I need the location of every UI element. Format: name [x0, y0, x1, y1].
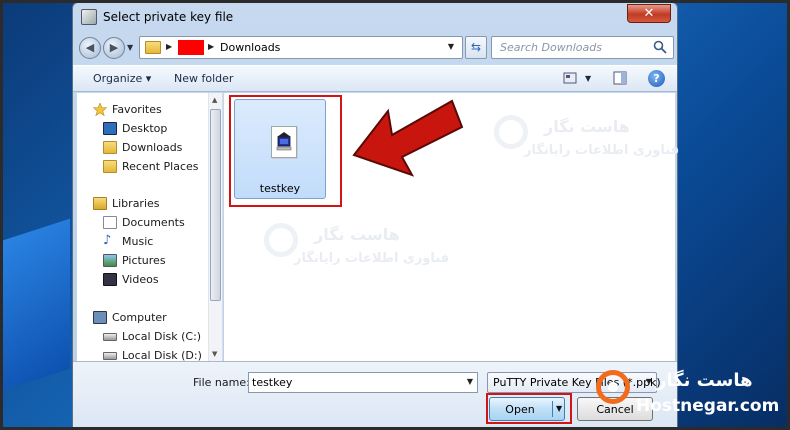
computer-label: Computer	[112, 311, 167, 324]
forward-button[interactable]: ▶	[103, 37, 125, 59]
file-name-field[interactable]: testkey ▼	[248, 372, 478, 393]
recent-pages-dropdown[interactable]: ▼	[127, 43, 133, 52]
organize-menu[interactable]: Organize ▾	[93, 72, 151, 85]
navigation-pane: Favorites Desktop Downloads Recent Place…	[77, 93, 223, 361]
help-icon[interactable]: ?	[648, 70, 665, 87]
nav-label: Recent Places	[122, 160, 199, 173]
recent-places-icon	[103, 160, 117, 173]
nav-item-videos[interactable]: Videos	[77, 271, 211, 289]
watermark-title: هاست نگار	[544, 117, 630, 136]
brand-domain: Hostnegar.com	[636, 396, 780, 416]
nav-item-documents[interactable]: Documents	[77, 214, 211, 232]
nav-item-music[interactable]: ♪ Music	[77, 233, 211, 251]
nav-label: Local Disk (C:)	[122, 330, 202, 343]
search-box[interactable]: Search Downloads	[491, 36, 674, 59]
brand-logo-dot	[608, 382, 618, 392]
preview-pane-icon[interactable]	[613, 71, 627, 85]
music-icon: ♪	[103, 233, 112, 248]
search-icon[interactable]	[653, 40, 667, 54]
nav-favorites[interactable]: Favorites	[77, 101, 211, 119]
refresh-button[interactable]: ⇆	[465, 36, 487, 59]
nav-computer[interactable]: Computer	[77, 309, 211, 327]
nav-label: Documents	[122, 216, 185, 229]
favorites-label: Favorites	[112, 103, 162, 116]
nav-item-local-disk-d[interactable]: Local Disk (D:)	[77, 347, 211, 361]
dialog-footer: File name: testkey ▼ PuTTY Private Key F…	[73, 361, 677, 430]
nav-item-downloads[interactable]: Downloads	[77, 139, 211, 157]
file-name-dropdown-icon[interactable]: ▼	[467, 377, 473, 386]
nav-label: Desktop	[122, 122, 168, 135]
watermark-subtitle: فناوری اطلاعات رایانگار	[524, 143, 680, 158]
brand-logo-icon	[596, 370, 630, 404]
disk-icon	[103, 352, 117, 360]
nav-scrollbar[interactable]: ▲ ▼	[208, 93, 222, 361]
nav-label: Local Disk (D:)	[122, 349, 202, 361]
libraries-label: Libraries	[112, 197, 160, 210]
annotation-arrow	[352, 99, 464, 177]
pictures-icon	[103, 254, 117, 267]
scroll-thumb[interactable]	[210, 109, 221, 301]
watermark-subtitle: فناوری اطلاعات رایانگار	[294, 251, 450, 266]
redacted-path-segment[interactable]	[178, 40, 204, 55]
videos-icon	[103, 273, 117, 286]
star-icon	[93, 103, 107, 116]
putty-app-icon	[81, 9, 97, 25]
address-bar[interactable]: ▶ ▶ Downloads ▼	[139, 36, 463, 59]
watermark-logo	[494, 115, 528, 149]
organize-label: Organize	[93, 72, 143, 85]
nav-item-local-disk-c[interactable]: Local Disk (C:)	[77, 328, 211, 346]
search-input[interactable]: Search Downloads	[500, 41, 602, 54]
nav-label: Videos	[122, 273, 159, 286]
nav-label: Pictures	[122, 254, 166, 267]
nav-label: Downloads	[122, 141, 183, 154]
scroll-up-icon[interactable]: ▲	[212, 96, 217, 104]
nav-item-desktop[interactable]: Desktop	[77, 120, 211, 138]
watermark-title: هاست نگار	[314, 225, 400, 244]
computer-icon	[93, 311, 107, 324]
file-list: هاست نگار فناوری اطلاعات رایانگار هاست ن…	[224, 93, 679, 361]
documents-icon	[103, 216, 117, 229]
folder-icon	[145, 41, 161, 54]
command-bar: Organize ▾ New folder ▼ ?	[73, 65, 677, 92]
brand-name-fa: هاست نگار	[656, 370, 753, 391]
file-name-label: File name:	[193, 376, 250, 389]
close-button[interactable]: ✕	[627, 4, 671, 23]
navigation-row: ◀ ▶ ▼ ▶ ▶ Downloads ▼ ⇆ Search Downloads	[77, 35, 674, 61]
window-title: Select private key file	[103, 10, 234, 24]
file-name-value[interactable]: testkey	[252, 376, 292, 389]
new-folder-button[interactable]: New folder	[174, 72, 233, 85]
windows-logo-fragment	[0, 218, 70, 392]
title-bar[interactable]: Select private key file ✕	[73, 3, 677, 31]
brand-watermark: هاست نگار Hostnegar.com	[596, 362, 786, 426]
nav-item-pictures[interactable]: Pictures	[77, 252, 211, 270]
back-button[interactable]: ◀	[79, 37, 101, 59]
libraries-icon	[93, 197, 107, 210]
disk-icon	[103, 333, 117, 341]
downloads-icon	[103, 141, 117, 154]
view-options-icon[interactable]	[563, 71, 577, 85]
watermark-logo	[264, 223, 298, 257]
scroll-down-icon[interactable]: ▼	[212, 350, 217, 358]
nav-libraries[interactable]: Libraries	[77, 195, 211, 213]
nav-item-recent-places[interactable]: Recent Places	[77, 158, 211, 176]
view-dropdown-icon[interactable]: ▼	[585, 74, 591, 83]
breadcrumb-downloads[interactable]: Downloads	[220, 41, 280, 54]
annotation-highlight-file	[229, 95, 342, 207]
desktop-icon	[103, 122, 117, 135]
file-dialog: Select private key file ✕ ◀ ▶ ▼ ▶ ▶ Down…	[72, 2, 679, 430]
chevron-right-icon[interactable]: ▶	[208, 42, 214, 51]
annotation-highlight-open	[486, 393, 572, 424]
chevron-right-icon[interactable]: ▶	[166, 42, 172, 51]
nav-label: Music	[122, 235, 154, 248]
address-dropdown-icon[interactable]: ▼	[448, 42, 454, 51]
